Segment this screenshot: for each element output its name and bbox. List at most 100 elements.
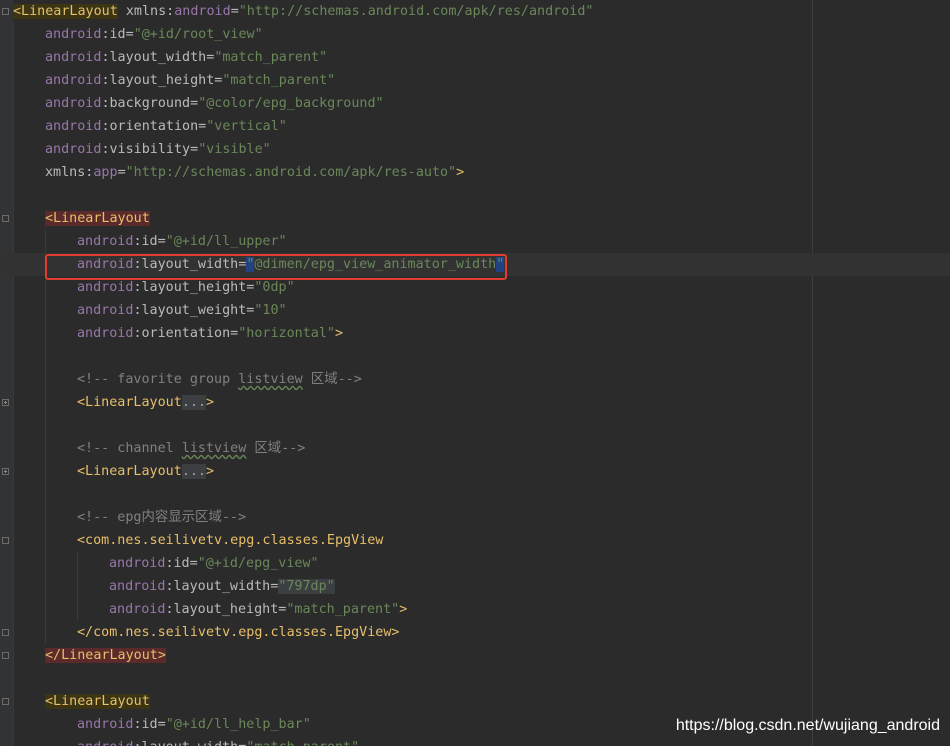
code-line[interactable]: android:layout_width="match_parent": [0, 46, 950, 69]
code-token: "vertical": [206, 119, 287, 134]
code-line[interactable]: android:layout_height="match_parent">: [0, 598, 950, 621]
fold-expand-icon[interactable]: [2, 399, 9, 406]
code-token: :visibility=: [101, 142, 199, 157]
fold-collapse-icon[interactable]: [2, 629, 9, 636]
code-text: android:layout_height="match_parent": [45, 69, 335, 92]
code-line[interactable]: <!-- epg内容显示区域-->: [0, 506, 950, 529]
code-text: <com.nes.seilivetv.epg.classes.EpgView: [77, 529, 383, 552]
code-token: <LinearLayout: [77, 395, 182, 410]
code-token: ...: [181, 464, 206, 479]
code-token: </LinearLayout>: [45, 648, 166, 663]
fold-collapse-icon[interactable]: [2, 8, 9, 15]
code-line[interactable]: android:visibility="visible": [0, 138, 950, 161]
code-text: <LinearLayout: [45, 207, 150, 230]
code-token: :layout_height=: [165, 602, 287, 617]
code-token: :layout_weight=: [133, 303, 255, 318]
code-token: >: [335, 326, 344, 341]
code-token: "10": [254, 303, 287, 318]
code-token: :orientation=: [133, 326, 239, 341]
fold-collapse-icon[interactable]: [2, 698, 9, 705]
code-line[interactable]: <LinearLayout...>: [0, 391, 950, 414]
code-line[interactable]: <LinearLayout: [0, 207, 950, 230]
code-line[interactable]: android:orientation="horizontal">: [0, 322, 950, 345]
code-line[interactable]: android:background="@color/epg_backgroun…: [0, 92, 950, 115]
code-text: <LinearLayout...>: [77, 460, 214, 483]
code-line[interactable]: android:id="@+id/ll_upper": [0, 230, 950, 253]
code-token: >: [206, 464, 215, 479]
code-token: android: [109, 556, 166, 571]
code-line[interactable]: android:layout_width="match_parent": [0, 736, 950, 746]
code-token: app: [93, 165, 118, 180]
code-editor[interactable]: <LinearLayout xmlns:android="http://sche…: [0, 0, 950, 746]
code-token: xmlns:: [117, 4, 175, 19]
code-line[interactable]: [0, 483, 950, 506]
code-token: "match_parent": [246, 740, 359, 746]
code-token: <LinearLayout: [13, 4, 118, 19]
code-line[interactable]: <LinearLayout...>: [0, 460, 950, 483]
code-token: "horizontal": [238, 326, 335, 341]
code-token: xmlns:: [45, 165, 94, 180]
fold-expand-icon[interactable]: [2, 468, 9, 475]
code-line[interactable]: android:layout_width="797dp": [0, 575, 950, 598]
code-token: :layout_height=: [133, 280, 255, 295]
code-line[interactable]: </com.nes.seilivetv.epg.classes.EpgView>: [0, 621, 950, 644]
code-token: android: [77, 717, 134, 732]
code-text: <!-- favorite group listview 区域-->: [77, 368, 362, 391]
code-token: <com.nes.seilivetv.epg.classes.EpgView: [77, 533, 384, 548]
code-text: <!-- channel listview 区域-->: [77, 437, 305, 460]
code-token: :layout_width=: [133, 740, 246, 746]
code-line[interactable]: android:layout_weight="10": [0, 299, 950, 322]
code-token: :layout_width=: [165, 579, 279, 594]
code-token: android: [77, 303, 134, 318]
code-text: android:id="@+id/root_view": [45, 23, 263, 46]
code-line[interactable]: <LinearLayout xmlns:android="http://sche…: [0, 0, 950, 23]
code-line[interactable]: <!-- favorite group listview 区域-->: [0, 368, 950, 391]
code-token: :background=: [101, 96, 199, 111]
code-text: android:orientation="horizontal">: [77, 322, 343, 345]
code-token: android: [45, 50, 102, 65]
code-token: :id=: [101, 27, 134, 42]
code-line[interactable]: <LinearLayout: [0, 690, 950, 713]
code-line[interactable]: <com.nes.seilivetv.epg.classes.EpgView: [0, 529, 950, 552]
code-token: android: [45, 119, 102, 134]
code-text: android:visibility="visible": [45, 138, 271, 161]
code-token: android: [109, 602, 166, 617]
code-token: <!-- epg内容显示区域-->: [77, 510, 247, 525]
code-text: <!-- epg内容显示区域-->: [77, 506, 246, 529]
code-token: android: [174, 4, 231, 19]
code-line[interactable]: </LinearLayout>: [0, 644, 950, 667]
code-text: android:layout_width="match_parent": [77, 736, 359, 746]
code-line[interactable]: <!-- channel listview 区域-->: [0, 437, 950, 460]
code-token: android: [77, 326, 134, 341]
code-line[interactable]: [0, 184, 950, 207]
code-text: android:layout_height="match_parent">: [109, 598, 407, 621]
code-token: android: [45, 96, 102, 111]
code-line[interactable]: [0, 414, 950, 437]
code-line[interactable]: [0, 345, 950, 368]
fold-collapse-icon[interactable]: [2, 652, 9, 659]
code-token: <LinearLayout: [45, 694, 150, 709]
code-line[interactable]: xmlns:app="http://schemas.android.com/ap…: [0, 161, 950, 184]
code-token: android: [77, 234, 134, 249]
fold-collapse-icon[interactable]: [2, 537, 9, 544]
code-token: :orientation=: [101, 119, 207, 134]
code-line[interactable]: android:orientation="vertical": [0, 115, 950, 138]
code-token: ...: [181, 395, 206, 410]
fold-collapse-icon[interactable]: [2, 215, 9, 222]
code-token: :layout_width=: [101, 50, 215, 65]
code-line[interactable]: android:id="@+id/root_view": [0, 23, 950, 46]
highlight-box: [45, 254, 507, 280]
code-line[interactable]: [0, 667, 950, 690]
code-token: :id=: [133, 717, 166, 732]
code-line[interactable]: android:id="@+id/epg_view": [0, 552, 950, 575]
code-token: "@+id/epg_view": [197, 556, 319, 571]
code-text: android:layout_width="797dp": [109, 575, 335, 598]
code-token: >: [399, 602, 408, 617]
code-line[interactable]: android:layout_height="match_parent": [0, 69, 950, 92]
code-token: "match_parent": [214, 50, 328, 65]
code-token: "http://schemas.android.com/apk/res-auto…: [125, 165, 457, 180]
code-token: "797dp": [278, 579, 335, 594]
watermark: https://blog.csdn.net/wujiang_android: [675, 717, 940, 734]
code-token: android: [45, 73, 102, 88]
code-text: android:id="@+id/ll_help_bar": [77, 713, 311, 736]
